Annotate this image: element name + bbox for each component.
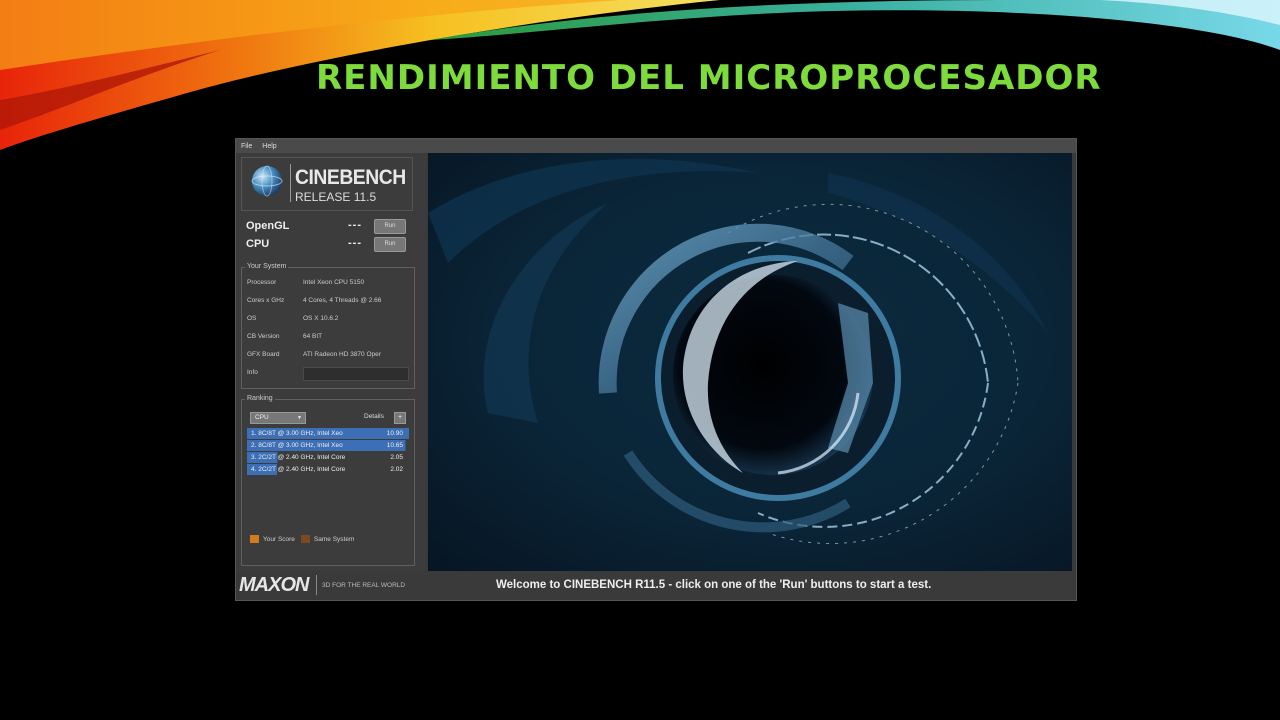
maxon-logo: MAXON <box>239 574 309 596</box>
system-value: OS X 10.6.2 <box>303 315 339 322</box>
legend-swatch-your-score <box>250 535 259 543</box>
left-panel: CINEBENCH RELEASE 11.5 OpenGL --- Run CP… <box>236 153 426 571</box>
status-bar: MAXON 3D FOR THE REAL WORLD Welcome to C… <box>236 571 1076 600</box>
ranking-score: 10.90 <box>386 430 403 437</box>
info-field[interactable] <box>303 367 409 381</box>
menu-help[interactable]: Help <box>262 143 276 150</box>
system-row-cores: Cores x GHz 4 Cores, 4 Threads @ 2.66 <box>247 294 407 308</box>
legend-label: Your Score <box>263 535 295 543</box>
run-cpu-button[interactable]: Run <box>374 237 406 252</box>
ranking-text: 3. 2C/2T @ 2.40 GHz, Intel Core <box>251 454 346 461</box>
details-label: Details <box>364 413 384 420</box>
sphere-icon <box>251 165 283 197</box>
system-row-processor: Processor Intel Xeon CPU 5150 <box>247 276 407 290</box>
system-key: OS <box>247 315 257 322</box>
your-system-group: Your System Processor Intel Xeon CPU 515… <box>241 263 415 389</box>
ranking-text: 1. 8C/8T @ 3.00 GHz, Intel Xeo <box>251 430 343 437</box>
benchmark-label: CPU <box>246 238 270 250</box>
ranking-text: 4. 2C/2T @ 2.40 GHz, Intel Core <box>251 466 346 473</box>
run-opengl-button[interactable]: Run <box>374 219 406 234</box>
menu-bar: File Help <box>236 139 1076 153</box>
ranking-score: 2.05 <box>390 454 403 461</box>
select-value: CPU <box>255 414 269 421</box>
system-row-gfx: GFX Board ATI Radeon HD 3870 Oper <box>247 348 407 362</box>
ranking-row[interactable]: 1. 8C/8T @ 3.00 GHz, Intel Xeo 10.90 <box>247 428 409 439</box>
maxon-tagline: 3D FOR THE REAL WORLD <box>322 582 406 589</box>
cinebench-window: File Help CINEBENCH RELEASE 11.5 OpenGL … <box>235 138 1077 601</box>
ranking-row[interactable]: 3. 2C/2T @ 2.40 GHz, Intel Core 2.05 <box>247 452 409 463</box>
footer-divider <box>316 575 317 595</box>
benchmark-score: --- <box>348 237 362 249</box>
group-title: Ranking <box>245 395 275 402</box>
benchmark-score: --- <box>348 219 362 231</box>
system-row-cb-version: CB Version 64 BIT <box>247 330 407 344</box>
ranking-score: 2.02 <box>390 466 403 473</box>
system-value: 4 Cores, 4 Threads @ 2.66 <box>303 297 382 304</box>
ranking-text: 2. 8C/8T @ 3.00 GHz, Intel Xeo <box>251 442 343 449</box>
details-button[interactable]: + <box>394 412 406 424</box>
benchmark-cpu: CPU --- Run <box>246 237 406 253</box>
system-value: ATI Radeon HD 3870 Oper <box>303 351 381 358</box>
legend-label: Same System <box>313 535 355 543</box>
ranking-group: Ranking CPU ▼ Details + 1. 8C/8T @ 3.00 … <box>241 395 415 566</box>
ranking-type-select[interactable]: CPU ▼ <box>250 412 306 424</box>
cinebench-logo: CINEBENCH RELEASE 11.5 <box>241 157 413 211</box>
ranking-legend: Your Score Same System <box>250 535 354 543</box>
logo-divider <box>290 164 291 202</box>
system-value: Intel Xeon CPU 5150 <box>303 279 365 286</box>
system-key: Info <box>247 369 258 376</box>
system-row-os: OS OS X 10.6.2 <box>247 312 407 326</box>
benchmark-opengl: OpenGL --- Run <box>246 219 406 235</box>
group-title: Your System <box>245 263 289 270</box>
system-value: 64 BIT <box>303 333 323 340</box>
menu-file[interactable]: File <box>241 143 252 150</box>
system-key: GFX Board <box>247 351 280 358</box>
slide-title: RENDIMIENTO DEL MICROPROCESADOR <box>316 58 1102 98</box>
ranking-score: 10.65 <box>386 442 403 449</box>
logo-name: CINEBENCH <box>295 166 406 189</box>
system-row-info: Info <box>247 366 409 381</box>
system-key: CB Version <box>247 333 280 340</box>
legend-swatch-same-system <box>300 535 310 543</box>
logo-release: RELEASE 11.5 <box>295 190 377 204</box>
ranking-row[interactable]: 2. 8C/8T @ 3.00 GHz, Intel Xeo 10.65 <box>247 440 409 451</box>
render-viewport <box>428 153 1072 571</box>
ranking-row[interactable]: 4. 2C/2T @ 2.40 GHz, Intel Core 2.02 <box>247 464 409 475</box>
system-key: Processor <box>247 279 277 286</box>
system-key: Cores x GHz <box>247 297 285 304</box>
status-message: Welcome to CINEBENCH R11.5 - click on on… <box>496 579 932 591</box>
chevron-down-icon: ▼ <box>297 415 302 421</box>
benchmark-label: OpenGL <box>246 220 290 232</box>
